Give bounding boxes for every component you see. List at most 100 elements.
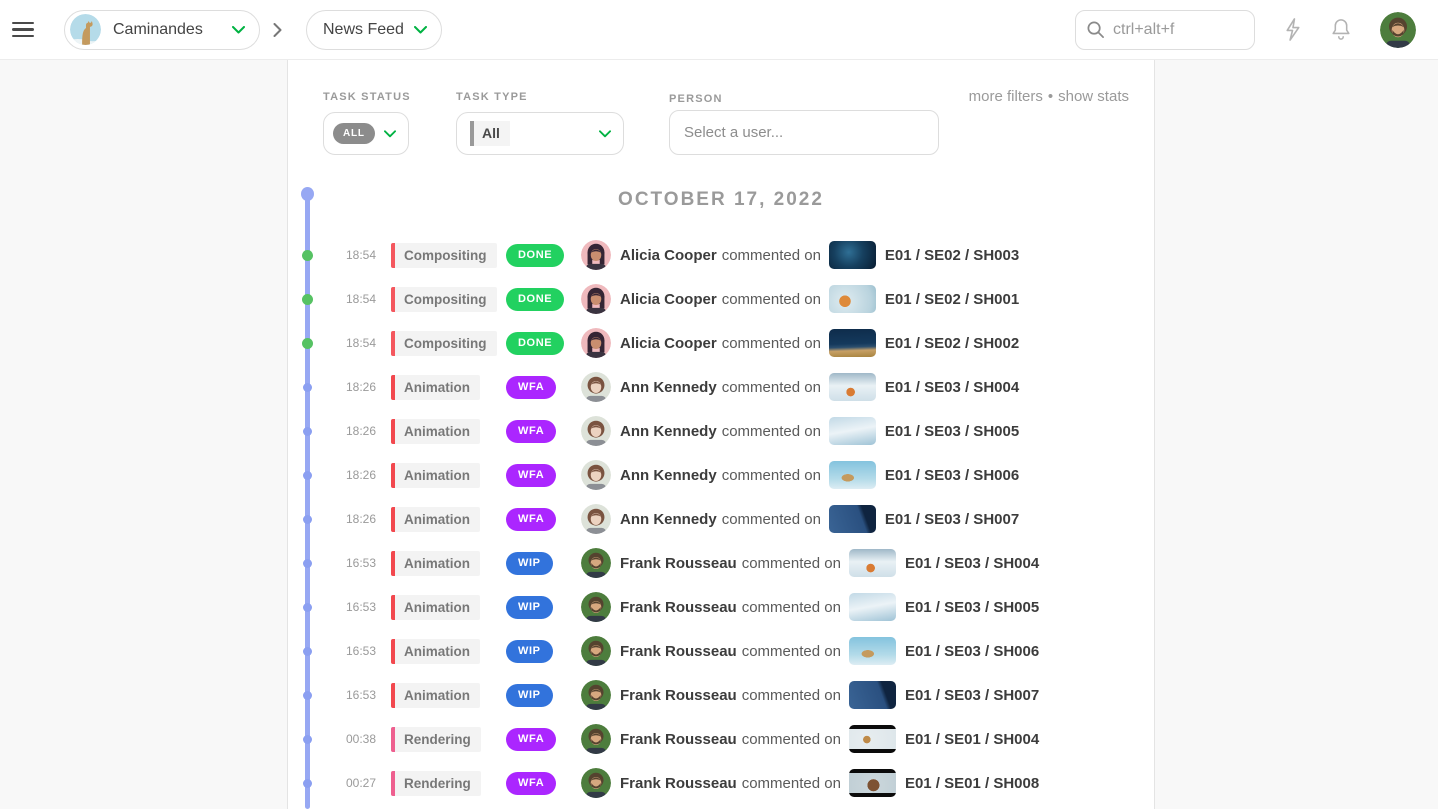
person-avatar bbox=[581, 328, 611, 358]
person-avatar bbox=[581, 416, 611, 446]
entity-thumbnail[interactable] bbox=[829, 461, 876, 489]
task-status-value-badge: ALL bbox=[333, 123, 375, 144]
person-avatar bbox=[581, 548, 611, 578]
entry-action: commented on bbox=[722, 511, 821, 528]
entry-time: 18:26 bbox=[288, 512, 376, 526]
entity-thumbnail[interactable] bbox=[829, 505, 876, 533]
task-type-chip: Animation bbox=[391, 595, 480, 620]
entity-thumbnail[interactable] bbox=[829, 329, 876, 357]
status-badge: WFA bbox=[506, 772, 556, 795]
entity-name[interactable]: E01 / SE03 / SH004 bbox=[885, 379, 1019, 396]
entry-action: commented on bbox=[722, 379, 821, 396]
production-name: Caminandes bbox=[113, 21, 232, 39]
user-avatar[interactable] bbox=[1380, 12, 1416, 48]
person-avatar bbox=[581, 768, 611, 798]
task-type-select[interactable]: All bbox=[456, 112, 624, 155]
show-stats-link[interactable]: show stats bbox=[1058, 88, 1129, 105]
more-filters-link[interactable]: more filters bbox=[969, 88, 1043, 105]
person-avatar bbox=[581, 724, 611, 754]
news-feed-panel: TASK STATUS TASK TYPE PERSON ALL All mor… bbox=[287, 60, 1155, 809]
news-entry[interactable]: 18:54 Compositing DONE Alicia Cooper com… bbox=[288, 321, 1154, 365]
chevron-down-icon bbox=[599, 130, 611, 138]
search-box[interactable] bbox=[1075, 10, 1255, 50]
news-entry[interactable]: 16:53 Animation WIP Frank Rousseau comme… bbox=[288, 629, 1154, 673]
menu-toggle-icon[interactable] bbox=[12, 22, 34, 38]
news-entry[interactable]: 18:54 Compositing DONE Alicia Cooper com… bbox=[288, 233, 1154, 277]
timeline-dot bbox=[302, 250, 313, 261]
entity-name[interactable]: E01 / SE03 / SH006 bbox=[885, 467, 1019, 484]
news-entry[interactable]: 18:26 Animation WFA Ann Kennedy commente… bbox=[288, 409, 1154, 453]
news-entry[interactable]: 18:26 Animation WFA Ann Kennedy commente… bbox=[288, 365, 1154, 409]
entity-name[interactable]: E01 / SE03 / SH007 bbox=[905, 687, 1039, 704]
task-type-name: Animation bbox=[395, 639, 480, 664]
entity-thumbnail[interactable] bbox=[829, 417, 876, 445]
entity-thumbnail[interactable] bbox=[849, 681, 896, 709]
entity-name[interactable]: E01 / SE03 / SH004 bbox=[905, 555, 1039, 572]
entry-action: commented on bbox=[742, 555, 841, 572]
task-type-chip: Rendering bbox=[391, 727, 481, 752]
person-avatar bbox=[581, 460, 611, 490]
lightning-icon[interactable] bbox=[1281, 17, 1304, 42]
entity-thumbnail[interactable] bbox=[829, 285, 876, 313]
news-entry[interactable]: 00:38 Rendering WFA Frank Rousseau comme… bbox=[288, 717, 1154, 761]
entry-time: 18:26 bbox=[288, 468, 376, 482]
person-avatar bbox=[581, 592, 611, 622]
task-type-chip: Compositing bbox=[391, 331, 497, 356]
notifications-bell-icon[interactable] bbox=[1330, 17, 1352, 42]
person-name: Frank Rousseau bbox=[620, 775, 737, 792]
entity-name[interactable]: E01 / SE01 / SH008 bbox=[905, 775, 1039, 792]
task-type-name: Rendering bbox=[395, 727, 481, 752]
news-entry[interactable]: 16:53 Animation WIP Frank Rousseau comme… bbox=[288, 673, 1154, 717]
links-separator: • bbox=[1048, 88, 1053, 105]
person-avatar bbox=[581, 372, 611, 402]
entity-name[interactable]: E01 / SE03 / SH006 bbox=[905, 643, 1039, 660]
task-status-select[interactable]: ALL bbox=[323, 112, 409, 155]
entity-name[interactable]: E01 / SE03 / SH005 bbox=[885, 423, 1019, 440]
news-entry[interactable]: 18:26 Animation WFA Ann Kennedy commente… bbox=[288, 453, 1154, 497]
entity-thumbnail[interactable] bbox=[849, 637, 896, 665]
entity-name[interactable]: E01 / SE02 / SH003 bbox=[885, 247, 1019, 264]
person-avatar bbox=[581, 680, 611, 710]
entity-thumbnail[interactable] bbox=[829, 241, 876, 269]
task-type-name: Animation bbox=[395, 551, 480, 576]
timeline-dot bbox=[303, 779, 312, 788]
entity-name[interactable]: E01 / SE01 / SH004 bbox=[905, 731, 1039, 748]
entry-action: commented on bbox=[722, 247, 821, 264]
task-type-name: Compositing bbox=[395, 287, 497, 312]
entity-name[interactable]: E01 / SE03 / SH007 bbox=[885, 511, 1019, 528]
production-selector[interactable]: Caminandes bbox=[64, 10, 260, 50]
entity-thumbnail[interactable] bbox=[849, 593, 896, 621]
news-entry[interactable]: 16:53 Animation WIP Frank Rousseau comme… bbox=[288, 585, 1154, 629]
search-input[interactable] bbox=[1113, 21, 1243, 39]
entity-name[interactable]: E01 / SE02 / SH001 bbox=[885, 291, 1019, 308]
entity-name[interactable]: E01 / SE02 / SH002 bbox=[885, 335, 1019, 352]
news-entry[interactable]: 16:53 Animation WIP Frank Rousseau comme… bbox=[288, 541, 1154, 585]
entity-name[interactable]: E01 / SE03 / SH005 bbox=[905, 599, 1039, 616]
person-avatar bbox=[581, 284, 611, 314]
entity-thumbnail[interactable] bbox=[849, 549, 896, 577]
person-select-input[interactable] bbox=[669, 110, 939, 155]
news-entry[interactable]: 00:27 Rendering WFA Frank Rousseau comme… bbox=[288, 761, 1154, 805]
news-entry[interactable]: 18:54 Compositing DONE Alicia Cooper com… bbox=[288, 277, 1154, 321]
entry-action: commented on bbox=[722, 335, 821, 352]
entry-action: commented on bbox=[722, 291, 821, 308]
entry-action: commented on bbox=[742, 643, 841, 660]
timeline-dot bbox=[303, 647, 312, 656]
status-badge: WFA bbox=[506, 728, 556, 751]
person-name: Ann Kennedy bbox=[620, 379, 717, 396]
news-entry[interactable]: 18:26 Animation WFA Ann Kennedy commente… bbox=[288, 497, 1154, 541]
status-badge: WFA bbox=[506, 508, 556, 531]
entity-thumbnail[interactable] bbox=[849, 769, 896, 797]
entity-thumbnail[interactable] bbox=[849, 725, 896, 753]
entry-action: commented on bbox=[722, 467, 821, 484]
entity-thumbnail[interactable] bbox=[829, 373, 876, 401]
news-entries-list: 18:54 Compositing DONE Alicia Cooper com… bbox=[288, 233, 1154, 805]
entry-action: commented on bbox=[742, 599, 841, 616]
person-name: Alicia Cooper bbox=[620, 335, 717, 352]
timeline-dot bbox=[303, 559, 312, 568]
task-type-label: TASK TYPE bbox=[456, 91, 528, 103]
task-status-label: TASK STATUS bbox=[323, 91, 411, 103]
timeline-dot bbox=[303, 603, 312, 612]
person-name: Frank Rousseau bbox=[620, 687, 737, 704]
section-selector[interactable]: News Feed bbox=[306, 10, 442, 50]
